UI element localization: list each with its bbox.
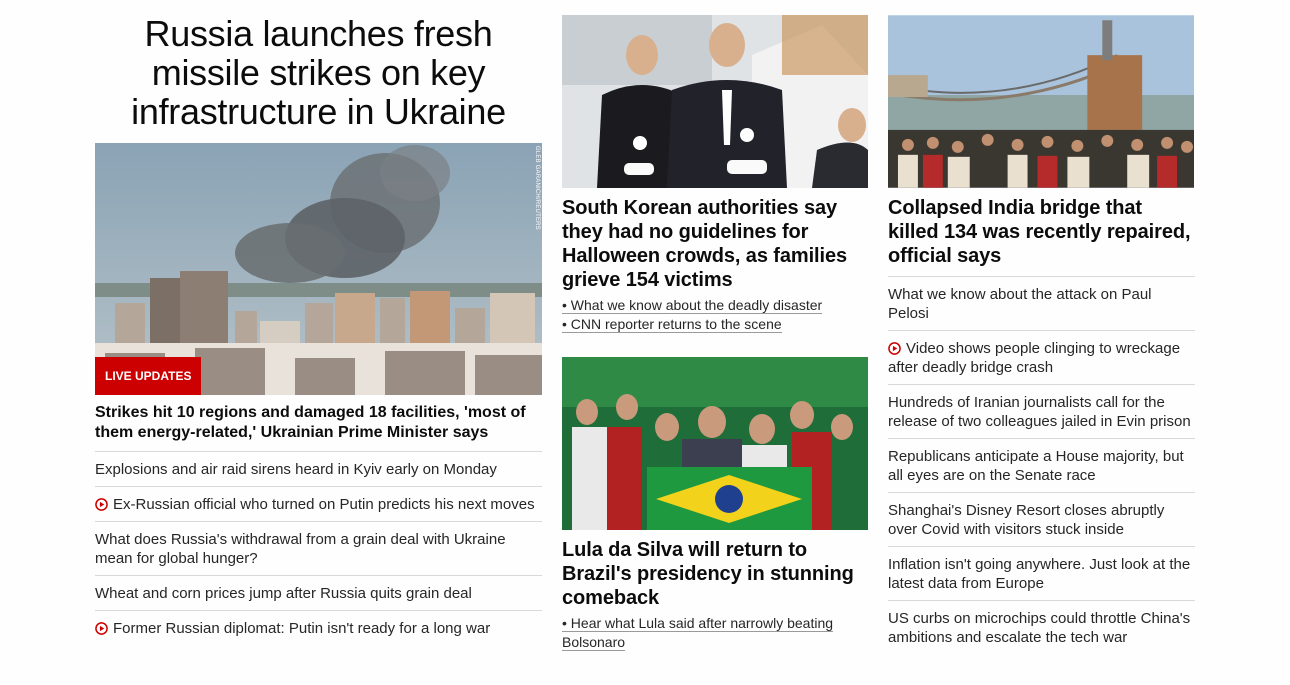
india-bridge-photo[interactable] bbox=[888, 15, 1194, 188]
play-video-icon bbox=[888, 342, 901, 355]
lula-headline[interactable]: Lula da Silva will return to Brazil's pr… bbox=[562, 538, 868, 610]
story-link[interactable]: Former Russian diplomat: Putin isn't rea… bbox=[95, 611, 542, 645]
story-text: Hundreds of Iranian journalists call for… bbox=[888, 394, 1191, 430]
story-text: US curbs on microchips could throttle Ch… bbox=[888, 610, 1191, 646]
story-link[interactable]: US curbs on microchips could throttle Ch… bbox=[888, 601, 1195, 654]
right-story-list: What we know about the attack on Paul Pe… bbox=[888, 276, 1195, 654]
korea-headline[interactable]: South Korean authorities say they had no… bbox=[562, 196, 868, 292]
story-link[interactable]: Ex-Russian official who turned on Putin … bbox=[95, 487, 542, 522]
korea-sublink[interactable]: • CNN reporter returns to the scene bbox=[562, 315, 868, 334]
story-link[interactable]: Video shows people clinging to wreckage … bbox=[888, 331, 1195, 385]
india-headline[interactable]: Collapsed India bridge that killed 134 w… bbox=[888, 196, 1195, 268]
homepage: Russia launches fresh missile strikes on… bbox=[0, 0, 1290, 685]
photo-credit: GLEB GARANICH/REUTERS bbox=[534, 146, 540, 230]
story-text: Inflation isn't going anywhere. Just loo… bbox=[888, 556, 1191, 592]
story-text: What does Russia's withdrawal from a gra… bbox=[95, 531, 506, 567]
play-video-icon bbox=[95, 622, 108, 635]
korea-mourning-photo[interactable] bbox=[562, 15, 868, 188]
story-text: Shanghai's Disney Resort closes abruptly… bbox=[888, 502, 1165, 538]
lula-card: Lula da Silva will return to Brazil's pr… bbox=[562, 357, 868, 652]
story-link[interactable]: What we know about the attack on Paul Pe… bbox=[888, 277, 1195, 331]
story-link[interactable]: Inflation isn't going anywhere. Just loo… bbox=[888, 547, 1195, 601]
sublink-text: • What we know about the deadly disaster bbox=[562, 297, 823, 314]
story-text: Republicans anticipate a House majority,… bbox=[888, 448, 1184, 484]
lead-subheadline[interactable]: Strikes hit 10 regions and damaged 18 fa… bbox=[95, 403, 542, 452]
story-link[interactable]: Wheat and corn prices jump after Russia … bbox=[95, 576, 542, 611]
play-video-icon bbox=[95, 498, 108, 511]
middle-column: South Korean authorities say they had no… bbox=[562, 15, 868, 652]
story-text: Wheat and corn prices jump after Russia … bbox=[95, 585, 472, 602]
lead-story-list: Explosions and air raid sirens heard in … bbox=[95, 452, 542, 645]
lula-celebration-photo[interactable] bbox=[562, 357, 868, 530]
lead-image[interactable]: GLEB GARANICH/REUTERS LIVE UPDATES bbox=[95, 143, 542, 395]
story-text: What we know about the attack on Paul Pe… bbox=[888, 286, 1152, 322]
live-updates-badge[interactable]: LIVE UPDATES bbox=[95, 357, 202, 395]
story-text: Former Russian diplomat: Putin isn't rea… bbox=[113, 620, 491, 637]
story-text: Explosions and air raid sirens heard in … bbox=[95, 461, 497, 478]
lead-column: Russia launches fresh missile strikes on… bbox=[95, 14, 542, 645]
story-text: Ex-Russian official who turned on Putin … bbox=[113, 496, 535, 513]
story-link[interactable]: Hundreds of Iranian journalists call for… bbox=[888, 385, 1195, 439]
korea-card: South Korean authorities say they had no… bbox=[562, 15, 868, 334]
story-link[interactable]: What does Russia's withdrawal from a gra… bbox=[95, 522, 542, 576]
story-text: Video shows people clinging to wreckage … bbox=[888, 340, 1181, 376]
lula-sublink[interactable]: • Hear what Lula said after narrowly bea… bbox=[562, 614, 868, 652]
lead-headline[interactable]: Russia launches fresh missile strikes on… bbox=[95, 14, 542, 131]
sublink-text: • CNN reporter returns to the scene bbox=[562, 316, 782, 333]
story-link[interactable]: Explosions and air raid sirens heard in … bbox=[95, 452, 542, 487]
story-link[interactable]: Republicans anticipate a House majority,… bbox=[888, 439, 1195, 493]
korea-sublink[interactable]: • What we know about the deadly disaster bbox=[562, 296, 868, 315]
sublink-text: • Hear what Lula said after narrowly bea… bbox=[562, 615, 834, 651]
story-link[interactable]: Shanghai's Disney Resort closes abruptly… bbox=[888, 493, 1195, 547]
right-column: Collapsed India bridge that killed 134 w… bbox=[888, 15, 1195, 654]
